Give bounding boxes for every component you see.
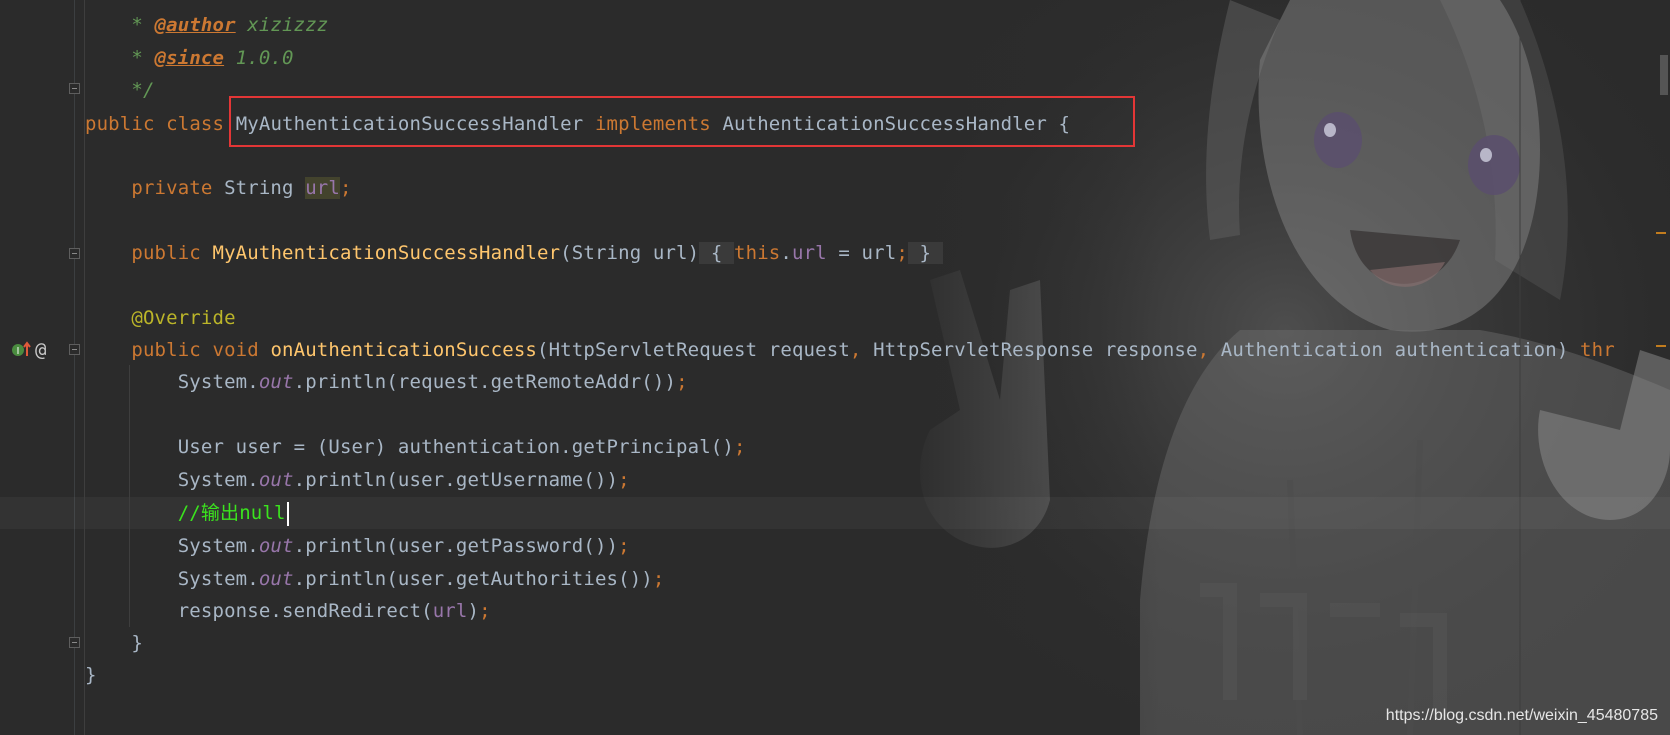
static-field-out: out xyxy=(258,371,294,393)
constructor-close-brace[interactable]: } xyxy=(920,242,932,264)
semicolon: ; xyxy=(676,371,688,393)
constructor-open-brace[interactable]: { xyxy=(711,242,723,264)
doc-tag-since: @since xyxy=(154,47,225,69)
fold-toggle-icon[interactable] xyxy=(69,637,80,648)
system-ref: System. xyxy=(177,371,259,393)
system-ref: System. xyxy=(177,568,259,590)
code-line[interactable]: System.out.println(user.getPassword()); xyxy=(85,530,630,562)
doc-author-value: xizizzz xyxy=(247,14,329,36)
keyword-this: this xyxy=(734,242,781,264)
method-signature-line[interactable]: public void onAuthenticationSuccess(Http… xyxy=(85,334,1615,366)
code-line[interactable]: System.out.println(user.getAuthorities()… xyxy=(85,563,665,595)
println-call: .println(user.getAuthorities()) xyxy=(293,568,653,590)
class-close-brace: } xyxy=(85,664,97,686)
svg-text:I: I xyxy=(17,346,20,357)
keyword-private: private xyxy=(131,177,213,199)
doc-end: */ xyxy=(131,79,155,101)
code-line[interactable]: } xyxy=(85,627,143,659)
code-line[interactable]: */ xyxy=(85,74,155,106)
static-field-out: out xyxy=(258,568,294,590)
gutter-divider xyxy=(74,0,75,735)
fold-toggle-icon[interactable] xyxy=(69,248,80,259)
doc-star: * xyxy=(131,47,143,69)
scrollbar-thumb[interactable] xyxy=(1660,55,1668,95)
comment-line[interactable]: //输出null xyxy=(85,497,289,529)
annotation-at-icon[interactable]: @ xyxy=(35,340,46,360)
system-ref: System. xyxy=(177,469,259,491)
doc-since-value: 1.0.0 xyxy=(235,47,294,69)
line-gutter[interactable] xyxy=(0,0,74,735)
field-type: String xyxy=(224,177,294,199)
comma: , xyxy=(1197,339,1210,361)
dot: . xyxy=(780,242,792,264)
assignment: = url xyxy=(826,242,897,264)
code-line[interactable]: response.sendRedirect(url); xyxy=(85,595,491,627)
scroll-marker[interactable] xyxy=(1656,345,1666,347)
system-ref: System. xyxy=(177,535,259,557)
field-url-ref: url xyxy=(791,242,827,264)
field-declaration-line[interactable]: private String url; xyxy=(85,172,352,204)
code-line[interactable]: User user = (User) authentication.getPri… xyxy=(85,431,746,463)
implements-method-icon[interactable]: I xyxy=(10,340,32,360)
code-line[interactable]: System.out.println(user.getUsername()); xyxy=(85,464,630,496)
text-caret xyxy=(286,501,289,526)
redirect-call: response.sendRedirect( xyxy=(177,600,433,622)
keyword-throws: thr xyxy=(1580,339,1615,361)
doc-star: * xyxy=(131,14,143,36)
semicolon: ; xyxy=(734,436,746,458)
annotation-highlight-box xyxy=(229,96,1135,147)
constructor-line[interactable]: public MyAuthenticationSuccessHandler(St… xyxy=(85,237,943,269)
line-comment: //输出null xyxy=(177,502,286,524)
println-call: .println(user.getPassword()) xyxy=(293,535,619,557)
code-line[interactable]: } xyxy=(85,659,97,691)
method-param-request: (HttpServletRequest request xyxy=(537,339,850,361)
keyword-void: void xyxy=(212,339,259,361)
static-field-out: out xyxy=(258,535,294,557)
field-url: url xyxy=(305,177,340,199)
method-param-authentication: Authentication authentication) xyxy=(1209,339,1569,361)
code-line[interactable]: * @since 1.0.0 xyxy=(85,42,294,74)
semicolon: ; xyxy=(618,535,630,557)
semicolon: ; xyxy=(340,177,352,199)
static-field-out: out xyxy=(258,469,294,491)
override-annotation: @Override xyxy=(131,307,236,329)
method-close-brace: } xyxy=(131,632,143,654)
fold-toggle-icon[interactable] xyxy=(69,344,80,355)
code-line[interactable]: System.out.println(request.getRemoteAddr… xyxy=(85,366,688,398)
println-call: .println(request.getRemoteAddr()) xyxy=(293,371,677,393)
semicolon: ; xyxy=(479,600,491,622)
user-assignment: User user = (User) authentication.getPri… xyxy=(177,436,734,458)
println-call: .println(user.getUsername()) xyxy=(293,469,619,491)
fold-toggle-icon[interactable] xyxy=(69,83,80,94)
code-editor[interactable]: I @ * @author xizizzz * @since 1.0.0 */ … xyxy=(0,0,1670,735)
method-name: onAuthenticationSuccess xyxy=(270,339,537,361)
keyword-class: class xyxy=(166,113,225,135)
paren-close: ) xyxy=(467,600,480,622)
doc-tag-author: @author xyxy=(154,14,236,36)
method-param-response: HttpServletResponse response xyxy=(861,339,1198,361)
constructor-params: (String url) xyxy=(560,242,700,264)
scroll-marker[interactable] xyxy=(1656,232,1666,234)
annotation-line[interactable]: @Override xyxy=(85,302,236,334)
watermark-text: https://blog.csdn.net/weixin_45480785 xyxy=(1385,707,1658,724)
semicolon: ; xyxy=(896,242,908,264)
code-line[interactable]: * @author xizizzz xyxy=(85,9,328,41)
gutter-method-icons: I @ xyxy=(10,338,46,362)
semicolon: ; xyxy=(618,469,630,491)
keyword-public: public xyxy=(131,339,201,361)
constructor-name: MyAuthenticationSuccessHandler xyxy=(212,242,561,264)
semicolon: ; xyxy=(652,568,665,590)
comma: , xyxy=(849,339,862,361)
keyword-public: public xyxy=(85,113,155,135)
keyword-public: public xyxy=(131,242,201,264)
field-url-ref: url xyxy=(432,600,468,622)
